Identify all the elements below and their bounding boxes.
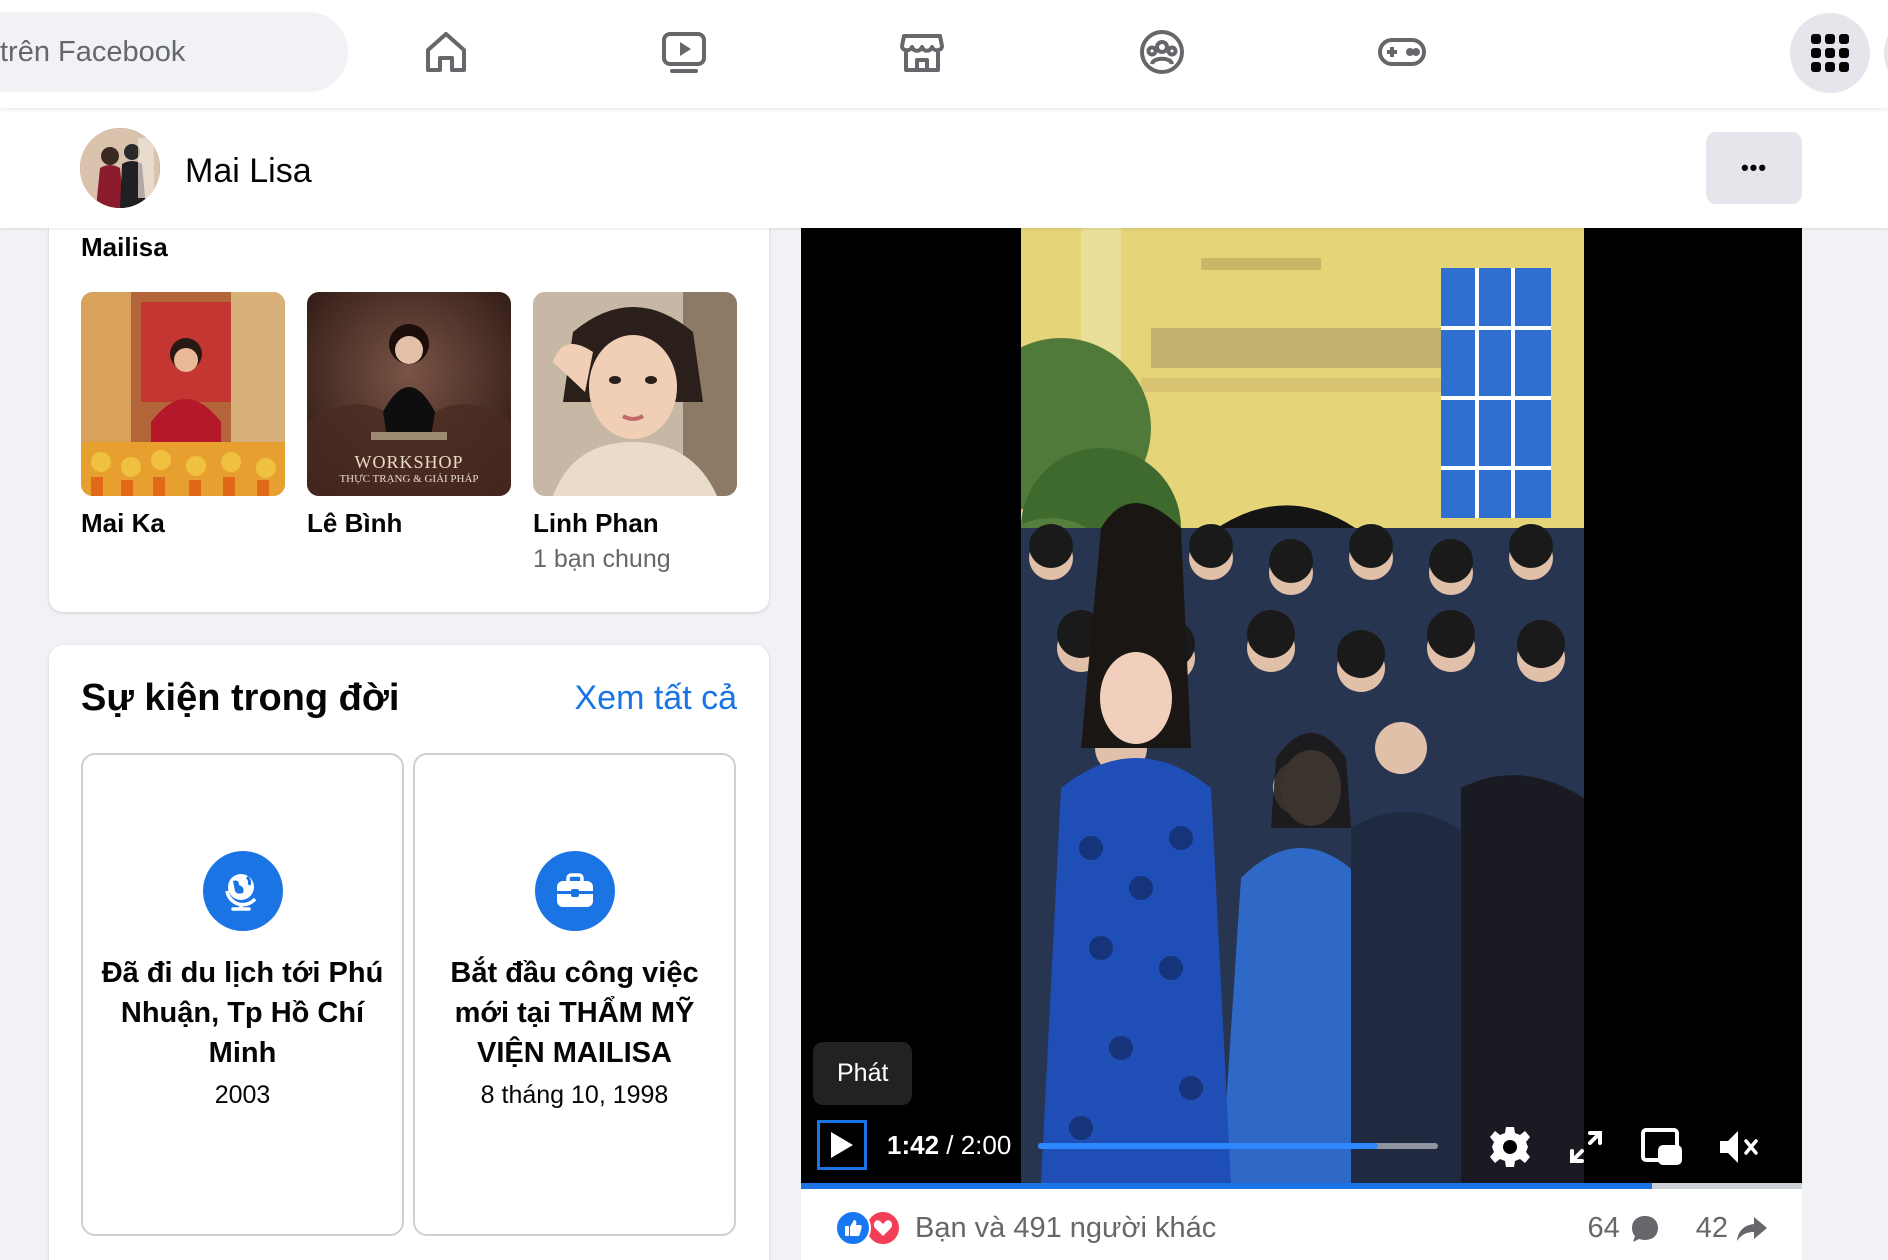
workshop-title: WORKSHOP xyxy=(354,452,464,472)
avatar[interactable] xyxy=(80,128,160,208)
picture-in-picture-icon[interactable] xyxy=(1637,1122,1687,1172)
briefcase-icon xyxy=(534,851,615,931)
groups-icon[interactable] xyxy=(1134,24,1190,80)
reaction-count-text: Bạn và 491 người khác xyxy=(915,1211,1217,1244)
life-event-card[interactable]: Đã đi du lịch tới Phú Nhuận, Tp Hồ Chí M… xyxy=(81,753,404,1236)
share-count[interactable]: 42 xyxy=(1696,1212,1728,1245)
video-controls: 1:42 / 2:00 xyxy=(801,1108,1802,1183)
friend-item[interactable]: Linh Phan 1 bạn chung xyxy=(533,292,737,574)
video-frame[interactable] xyxy=(1021,228,1584,1183)
event-title: Đã đi du lịch tới Phú Nhuận, Tp Hồ Chí M… xyxy=(101,957,384,1069)
friend-item[interactable]: Mai Ka xyxy=(81,292,285,539)
menu-grid-icon[interactable] xyxy=(1790,13,1870,93)
search-input[interactable]: trên Facebook xyxy=(0,12,348,92)
globe-icon xyxy=(202,851,283,931)
share-icon xyxy=(1737,1216,1767,1241)
seek-bar[interactable] xyxy=(1038,1143,1438,1149)
event-date: 2003 xyxy=(214,1081,271,1109)
messenger-button[interactable] xyxy=(1884,13,1888,93)
play-icon xyxy=(831,1132,853,1158)
more-options-button[interactable]: ••• xyxy=(1706,132,1802,204)
post-stats: 64 42 xyxy=(1583,1212,1768,1245)
search-text: trên Facebook xyxy=(0,35,186,68)
home-icon[interactable] xyxy=(418,24,474,80)
top-navigation: trên Facebook xyxy=(0,0,1888,108)
workshop-caption: WORKSHOP THỰC TRẠNG & GIẢI PHÁP xyxy=(307,452,511,485)
video-icon[interactable] xyxy=(656,24,712,80)
settings-icon[interactable] xyxy=(1485,1122,1535,1172)
section-title: Sự kiện trong đời xyxy=(81,677,400,719)
video-progress-fill xyxy=(801,1183,1652,1189)
current-time: 1:42 xyxy=(887,1130,940,1160)
friends-subtitle: Mailisa xyxy=(81,232,168,262)
seek-bar-fill xyxy=(1038,1143,1378,1149)
life-event-card[interactable]: Bắt đầu công việc mới tại THẨM MỸ VIỆN M… xyxy=(413,753,736,1236)
time-display: 1:42 / 2:00 xyxy=(887,1130,1011,1161)
reactions-summary[interactable]: Bạn và 491 người khác xyxy=(835,1210,1216,1246)
play-button[interactable] xyxy=(817,1120,867,1170)
marketplace-icon[interactable] xyxy=(894,24,950,80)
mutual-friends: 1 bạn chung xyxy=(533,545,671,573)
profile-header-bar: Mai Lisa ••• xyxy=(0,108,1888,228)
comment-count[interactable]: 64 xyxy=(1587,1212,1619,1245)
event-title: Bắt đầu công việc mới tại THẨM MỸ VIỆN M… xyxy=(450,957,699,1069)
event-date: 8 tháng 10, 1998 xyxy=(480,1081,669,1109)
play-tooltip: Phát xyxy=(813,1042,913,1105)
friend-photo[interactable] xyxy=(533,292,737,496)
friend-item[interactable]: WORKSHOP THỰC TRẠNG & GIẢI PHÁP Lê Bình xyxy=(307,292,511,539)
friend-photo[interactable]: WORKSHOP THỰC TRẠNG & GIẢI PHÁP xyxy=(307,292,511,496)
video-post: Phát 1:42 / 2:00 Bạn và 491 người khác 6… xyxy=(801,228,1802,1260)
video-player[interactable]: Phát 1:42 / 2:00 xyxy=(801,228,1802,1183)
like-reaction-icon xyxy=(835,1210,871,1246)
friend-photo[interactable] xyxy=(81,292,285,496)
life-events-card: Sự kiện trong đời Xem tất cả Đã đi du lị… xyxy=(49,645,769,1260)
see-all-link[interactable]: Xem tất cả xyxy=(574,679,737,718)
comment-icon xyxy=(1631,1215,1658,1242)
time-separator: / xyxy=(939,1130,961,1160)
duration: 2:00 xyxy=(960,1130,1012,1160)
friend-name[interactable]: Mai Ka xyxy=(81,508,285,539)
gaming-icon[interactable] xyxy=(1374,24,1430,80)
profile-name[interactable]: Mai Lisa xyxy=(185,152,312,191)
mute-icon[interactable] xyxy=(1713,1122,1763,1172)
friend-name[interactable]: Lê Bình xyxy=(307,508,511,539)
workshop-subtitle: THỰC TRẠNG & GIẢI PHÁP xyxy=(339,473,479,485)
more-icon: ••• xyxy=(1740,155,1768,180)
friend-name[interactable]: Linh Phan xyxy=(533,508,737,539)
fullscreen-icon[interactable] xyxy=(1561,1122,1611,1172)
video-progress-line xyxy=(801,1183,1802,1189)
